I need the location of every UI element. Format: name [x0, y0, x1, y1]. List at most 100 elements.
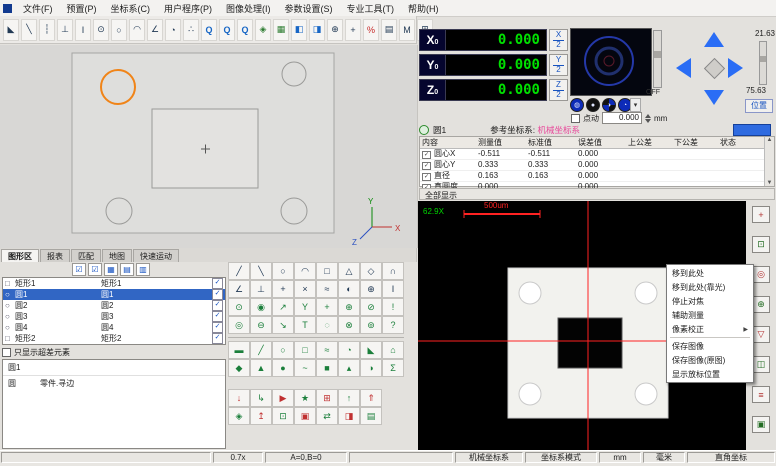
- construct-tool-icon[interactable]: ⊗: [338, 316, 360, 334]
- list-toolbar-icon[interactable]: ▤: [120, 263, 134, 276]
- construct-tool-icon[interactable]: ◎: [228, 316, 250, 334]
- draw-tool-icon[interactable]: ○: [272, 262, 294, 280]
- speed-slider-handle[interactable]: [760, 56, 766, 62]
- construct-tool-icon[interactable]: ⊙: [228, 298, 250, 316]
- stepper-down-icon[interactable]: [645, 119, 651, 123]
- construct-tool-icon[interactable]: ◉: [250, 298, 272, 316]
- jog-center-button[interactable]: [704, 58, 725, 79]
- table-row[interactable]: 直径 0.163 0.163 0.000: [420, 171, 774, 182]
- shape-tool-icon[interactable]: ▲: [250, 359, 272, 377]
- toolbar-icon[interactable]: Q: [237, 19, 253, 41]
- run-tool-icon[interactable]: ▶: [272, 389, 294, 407]
- construct-tool-icon[interactable]: ⊕: [338, 298, 360, 316]
- construct-tool-icon[interactable]: ⊖: [250, 316, 272, 334]
- run-tool-icon[interactable]: ◨: [338, 407, 360, 425]
- light-slider[interactable]: [653, 30, 662, 88]
- toolbar-icon[interactable]: ◣: [3, 19, 19, 41]
- toolbar-icon[interactable]: ⊥: [57, 19, 73, 41]
- camera-tool-icon[interactable]: ◎: [752, 266, 770, 283]
- draw-tool-icon[interactable]: △: [338, 262, 360, 280]
- toolbar-icon[interactable]: ◈: [255, 19, 271, 41]
- tab-report[interactable]: 报表: [40, 249, 70, 262]
- context-menu-item[interactable]: 停止对焦: [667, 294, 753, 308]
- tab-graphics[interactable]: 图形区: [1, 249, 39, 262]
- list-toolbar-icon[interactable]: ▦: [104, 263, 118, 276]
- toolbar-icon[interactable]: ╲: [21, 19, 37, 41]
- shape-tool-icon[interactable]: □: [294, 341, 316, 359]
- toolbar-icon[interactable]: Q: [219, 19, 235, 41]
- draw-tool-icon[interactable]: ◇: [360, 262, 382, 280]
- shape-tool-icon[interactable]: ■: [316, 359, 338, 377]
- checkbox-icon[interactable]: [2, 348, 11, 357]
- lamp-preset-button[interactable]: ●: [586, 98, 600, 112]
- row-checkbox-icon[interactable]: [422, 160, 433, 169]
- camera-tool-icon[interactable]: ◫: [752, 356, 770, 373]
- row-checkbox-icon[interactable]: [422, 171, 433, 180]
- y-zero-button[interactable]: Y0: [419, 54, 446, 76]
- run-tool-icon[interactable]: ⊞: [316, 389, 338, 407]
- construct-tool-icon[interactable]: ◌: [316, 316, 338, 334]
- construct-tool-icon[interactable]: !: [382, 298, 404, 316]
- stepper-up-icon[interactable]: [645, 114, 651, 118]
- jog-right-button[interactable]: [728, 58, 743, 78]
- element-row[interactable]: ○ 圆4 圆4: [3, 322, 225, 333]
- run-tool-icon[interactable]: ↑: [338, 389, 360, 407]
- context-menu-item[interactable]: 像素校正 ▶: [667, 322, 753, 336]
- z-half-button[interactable]: Z2: [549, 79, 568, 101]
- construct-tool-icon[interactable]: Y: [294, 298, 316, 316]
- toolbar-icon[interactable]: +: [345, 19, 361, 41]
- context-menu-item[interactable]: 辅助测量: [667, 308, 753, 322]
- toolbar-icon[interactable]: ◧: [291, 19, 307, 41]
- construct-tool-icon[interactable]: ?: [382, 316, 404, 334]
- run-tool-icon[interactable]: ▣: [294, 407, 316, 425]
- shape-tool-icon[interactable]: ○: [272, 341, 294, 359]
- list-toolbar-icon[interactable]: ☑: [72, 263, 86, 276]
- run-tool-icon[interactable]: ⇑: [360, 389, 382, 407]
- lamp-dropdown-arrow[interactable]: ▾: [630, 98, 641, 112]
- construct-tool-icon[interactable]: ⊘: [360, 298, 382, 316]
- run-tool-icon[interactable]: ⇄: [316, 407, 338, 425]
- tab-map[interactable]: 地图: [102, 249, 132, 262]
- shape-tool-icon[interactable]: ╱: [250, 341, 272, 359]
- menu-item[interactable]: 坐标系(C): [104, 2, 158, 15]
- shape-tool-icon[interactable]: ●: [272, 359, 294, 377]
- construct-tool-icon[interactable]: ⊚: [360, 316, 382, 334]
- menu-item[interactable]: 帮助(H): [401, 2, 446, 15]
- feature-row[interactable]: 圆 零件.寻边: [3, 376, 225, 391]
- draw-tool-icon[interactable]: ╱: [228, 262, 250, 280]
- table-row[interactable]: 圆心X -0.511 -0.511 0.000: [420, 149, 774, 160]
- toolbar-icon[interactable]: M: [399, 19, 415, 41]
- toolbar-icon[interactable]: ⊙: [93, 19, 109, 41]
- shape-tool-icon[interactable]: ≈: [316, 341, 338, 359]
- toolbar-icon[interactable]: ┆: [39, 19, 55, 41]
- draw-tool-icon[interactable]: ⊕: [360, 280, 382, 298]
- context-menu-item[interactable]: 保存图像(原图): [667, 353, 753, 367]
- element-row[interactable]: ○ 圆2 圆2: [3, 300, 225, 311]
- toolbar-icon[interactable]: %: [363, 19, 379, 41]
- context-menu-item[interactable]: 显示放标位置: [667, 367, 753, 381]
- element-checkbox[interactable]: [212, 300, 223, 311]
- draw-tool-icon[interactable]: +: [272, 280, 294, 298]
- x-half-button[interactable]: X2: [549, 29, 568, 51]
- outlier-filter[interactable]: 只显示超差元素: [2, 346, 224, 358]
- menu-item[interactable]: 参数设置(S): [278, 2, 340, 15]
- construct-tool-icon[interactable]: T: [294, 316, 316, 334]
- shape-tool-icon[interactable]: Σ: [382, 359, 404, 377]
- z-zero-button[interactable]: Z0: [419, 79, 446, 101]
- table-row[interactable]: 圆心Y 0.333 0.333 0.000: [420, 160, 774, 171]
- toolbar-icon[interactable]: I: [75, 19, 91, 41]
- toolbar-icon[interactable]: ∴: [183, 19, 199, 41]
- element-row[interactable]: □ 矩形1 矩形1: [3, 278, 225, 289]
- construct-tool-icon[interactable]: ↗: [272, 298, 294, 316]
- ref-cs-value[interactable]: 机械坐标系: [537, 125, 580, 135]
- list-toolbar-icon[interactable]: ▥: [136, 263, 150, 276]
- row-checkbox-icon[interactable]: [422, 149, 433, 158]
- camera-tool-icon[interactable]: ▣: [752, 416, 770, 433]
- draw-tool-icon[interactable]: ╲: [250, 262, 272, 280]
- construct-tool-icon[interactable]: ↘: [272, 316, 294, 334]
- construct-tool-icon[interactable]: +: [316, 298, 338, 316]
- draw-tool-icon[interactable]: ×: [294, 280, 316, 298]
- element-checkbox[interactable]: [212, 289, 223, 300]
- element-checkbox[interactable]: [212, 278, 223, 289]
- shape-tool-icon[interactable]: ⌂: [382, 341, 404, 359]
